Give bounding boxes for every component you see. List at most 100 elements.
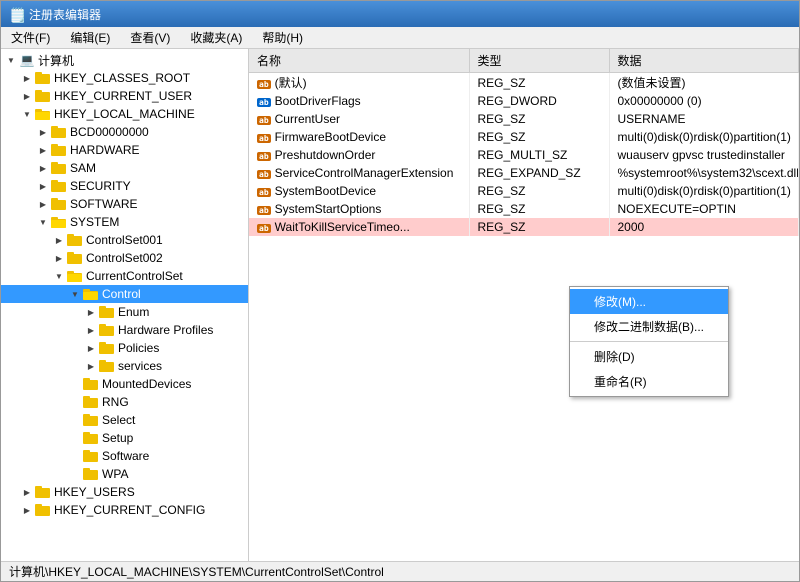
tree-label-controlset001: ControlSet001 — [86, 233, 163, 247]
expand-btn-setup — [67, 430, 83, 446]
registry-editor-window: 🗒️ 注册表编辑器 文件(F)编辑(E)查看(V)收藏夹(A)帮助(H) ▼💻计… — [0, 0, 800, 582]
expand-btn-hardware-profiles[interactable]: ▶ — [83, 322, 99, 338]
tree-item-software2[interactable]: Software — [1, 447, 248, 465]
table-row[interactable]: abSystemBootDeviceREG_SZmulti(0)disk(0)r… — [249, 182, 799, 200]
reg-data-cell: NOEXECUTE=OPTIN — [609, 200, 799, 218]
expand-btn-software[interactable]: ▶ — [35, 196, 51, 212]
tree-item-bcd[interactable]: ▶ BCD00000000 — [1, 123, 248, 141]
tree-item-hkey-users[interactable]: ▶ HKEY_USERS — [1, 483, 248, 501]
tree-panel[interactable]: ▼💻计算机▶ HKEY_CLASSES_ROOT▶ HKEY_CURRENT_U… — [1, 49, 249, 561]
expand-btn-hkey-local-machine[interactable]: ▼ — [19, 106, 35, 122]
tree-label-select: Select — [102, 413, 135, 427]
tree-item-hkey-classes-root[interactable]: ▶ HKEY_CLASSES_ROOT — [1, 69, 248, 87]
context-menu-item-ctx-delete[interactable]: 删除(D) — [570, 344, 728, 369]
tree-item-sam[interactable]: ▶ SAM — [1, 159, 248, 177]
tree-label-sam: SAM — [70, 161, 96, 175]
table-row[interactable]: abServiceControlManagerExtensionREG_EXPA… — [249, 164, 799, 182]
expand-btn-control[interactable]: ▼ — [67, 286, 83, 302]
expand-btn-computer[interactable]: ▼ — [3, 52, 19, 68]
context-menu-item-ctx-modify-binary[interactable]: 修改二进制数据(B)... — [570, 314, 728, 339]
expand-btn-currentcontrolset[interactable]: ▼ — [51, 268, 67, 284]
reg-type-cell: REG_SZ — [469, 200, 609, 218]
expand-btn-mounteddevices — [67, 376, 83, 392]
folder-icon-policies — [99, 341, 115, 355]
tree-label-controlset002: ControlSet002 — [86, 251, 163, 265]
tree-item-controlset002[interactable]: ▶ ControlSet002 — [1, 249, 248, 267]
expand-btn-services[interactable]: ▶ — [83, 358, 99, 374]
table-row[interactable]: abFirmwareBootDeviceREG_SZmulti(0)disk(0… — [249, 128, 799, 146]
menu-item-menu-edit[interactable]: 编辑(E) — [64, 27, 116, 48]
reg-data-cell: 2000 — [609, 218, 799, 236]
expand-btn-controlset002[interactable]: ▶ — [51, 250, 67, 266]
tree-item-system[interactable]: ▼ SYSTEM — [1, 213, 248, 231]
reg-name-cell: abBootDriverFlags — [249, 92, 469, 110]
table-row[interactable]: abBootDriverFlagsREG_DWORD0x00000000 (0) — [249, 92, 799, 110]
tree-item-services[interactable]: ▶ services — [1, 357, 248, 375]
context-menu-item-ctx-rename[interactable]: 重命名(R) — [570, 369, 728, 394]
reg-data-cell: multi(0)disk(0)rdisk(0)partition(1) — [609, 182, 799, 200]
table-row[interactable]: abWaitToKillServiceTimeo...REG_SZ2000 — [249, 218, 799, 236]
expand-btn-system[interactable]: ▼ — [35, 214, 51, 230]
reg-type-cell: REG_MULTI_SZ — [469, 146, 609, 164]
tree-label-mounteddevices: MountedDevices — [102, 377, 191, 391]
tree-label-bcd: BCD00000000 — [70, 125, 149, 139]
tree-item-hardware-profiles[interactable]: ▶ Hardware Profiles — [1, 321, 248, 339]
expand-btn-hkey-current-user[interactable]: ▶ — [19, 88, 35, 104]
expand-btn-enum[interactable]: ▶ — [83, 304, 99, 320]
tree-item-policies[interactable]: ▶ Policies — [1, 339, 248, 357]
expand-btn-controlset001[interactable]: ▶ — [51, 232, 67, 248]
reg-type-cell: REG_DWORD — [469, 92, 609, 110]
expand-btn-hkey-users[interactable]: ▶ — [19, 484, 35, 500]
reg-data-cell: 0x00000000 (0) — [609, 92, 799, 110]
context-menu[interactable]: 修改(M)...修改二进制数据(B)... 删除(D)重命名(R) — [569, 286, 729, 397]
tree-item-setup[interactable]: Setup — [1, 429, 248, 447]
tree-item-hardware[interactable]: ▶ HARDWARE — [1, 141, 248, 159]
expand-btn-hkey-current-config[interactable]: ▶ — [19, 502, 35, 518]
menu-item-menu-favorites[interactable]: 收藏夹(A) — [184, 27, 248, 48]
table-row[interactable]: abCurrentUserREG_SZUSERNAME — [249, 110, 799, 128]
menu-item-menu-help[interactable]: 帮助(H) — [256, 27, 309, 48]
tree-item-software[interactable]: ▶ SOFTWARE — [1, 195, 248, 213]
tree-item-control[interactable]: ▼ Control — [1, 285, 248, 303]
context-menu-item-ctx-modify[interactable]: 修改(M)... — [570, 289, 728, 314]
folder-icon-bcd — [51, 125, 67, 139]
col-header-data: 数据 — [609, 49, 799, 73]
menu-item-menu-file[interactable]: 文件(F) — [5, 27, 56, 48]
folder-icon-enum — [99, 305, 115, 319]
expand-btn-bcd[interactable]: ▶ — [35, 124, 51, 140]
folder-icon-hkey-local-machine — [35, 107, 51, 121]
table-row[interactable]: ab(默认)REG_SZ(数值未设置) — [249, 73, 799, 93]
tree-item-controlset001[interactable]: ▶ ControlSet001 — [1, 231, 248, 249]
tree-label-hardware: HARDWARE — [70, 143, 140, 157]
tree-item-hkey-current-config[interactable]: ▶ HKEY_CURRENT_CONFIG — [1, 501, 248, 519]
registry-panel[interactable]: 名称 类型 数据 ab(默认)REG_SZ(数值未设置)abBootDriver… — [249, 49, 799, 561]
expand-btn-security[interactable]: ▶ — [35, 178, 51, 194]
tree-label-control: Control — [102, 287, 141, 301]
tree-item-hkey-local-machine[interactable]: ▼ HKEY_LOCAL_MACHINE — [1, 105, 248, 123]
tree-item-wpa[interactable]: WPA — [1, 465, 248, 483]
tree-label-security: SECURITY — [70, 179, 131, 193]
menu-item-menu-view[interactable]: 查看(V) — [124, 27, 176, 48]
folder-icon-controlset002 — [67, 251, 83, 265]
table-row[interactable]: abSystemStartOptionsREG_SZNOEXECUTE=OPTI… — [249, 200, 799, 218]
tree-item-hkey-current-user[interactable]: ▶ HKEY_CURRENT_USER — [1, 87, 248, 105]
expand-btn-hkey-classes-root[interactable]: ▶ — [19, 70, 35, 86]
expand-btn-hardware[interactable]: ▶ — [35, 142, 51, 158]
tree-item-select[interactable]: Select — [1, 411, 248, 429]
reg-type-icon: ab — [257, 98, 271, 107]
menu-bar: 文件(F) 编辑(E) 查看(V) 收藏夹(A) 帮助(H) — [1, 27, 799, 49]
tree-item-enum[interactable]: ▶ Enum — [1, 303, 248, 321]
col-header-type: 类型 — [469, 49, 609, 73]
context-menu-separator — [570, 341, 728, 342]
tree-item-rng[interactable]: RNG — [1, 393, 248, 411]
tree-item-currentcontrolset[interactable]: ▼ CurrentControlSet — [1, 267, 248, 285]
tree-item-mounteddevices[interactable]: MountedDevices — [1, 375, 248, 393]
tree-label-system: SYSTEM — [70, 215, 119, 229]
expand-btn-policies[interactable]: ▶ — [83, 340, 99, 356]
expand-btn-sam[interactable]: ▶ — [35, 160, 51, 176]
table-row[interactable]: abPreshutdownOrderREG_MULTI_SZwuauserv g… — [249, 146, 799, 164]
tree-item-computer[interactable]: ▼💻计算机 — [1, 51, 248, 69]
expand-btn-software2 — [67, 448, 83, 464]
folder-icon-hkey-current-config — [35, 503, 51, 517]
tree-item-security[interactable]: ▶ SECURITY — [1, 177, 248, 195]
